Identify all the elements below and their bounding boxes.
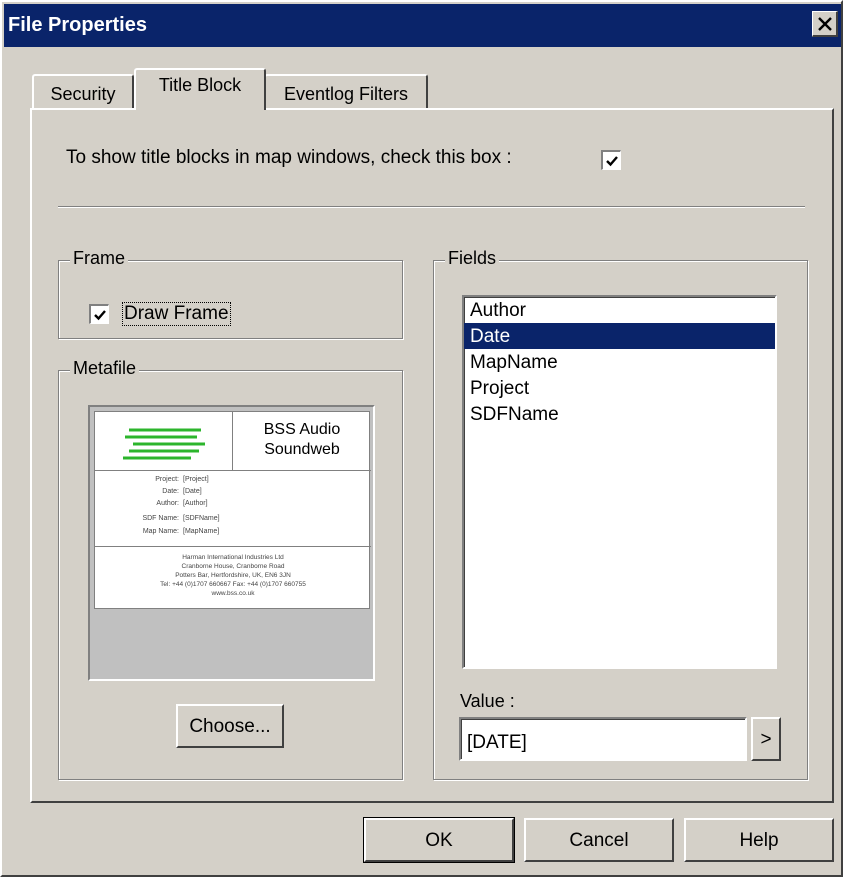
address-line: Potters Bar, Hertfordshire, UK, EN6 3JN	[175, 572, 291, 579]
address-line: Tel: +44 (0)1707 660667 Fax: +44 (0)1707…	[160, 581, 306, 588]
choose-button-label: Choose...	[189, 716, 271, 737]
help-button[interactable]: Help	[684, 818, 834, 862]
fields-group-label: Fields	[445, 248, 500, 269]
preview-field-value: [SDFName]	[183, 515, 220, 522]
fields-list[interactable]: Author Date MapName Project SDFName	[462, 295, 777, 669]
metafile-group-label: Metafile	[70, 358, 140, 379]
tab-eventlog-filters[interactable]: Eventlog Filters	[264, 74, 428, 110]
preview-field-key: Map Name:	[142, 528, 179, 535]
frame-group	[58, 260, 403, 339]
preview-field-value: [Project]	[183, 476, 209, 483]
address-line: www.bss.co.uk	[211, 590, 255, 597]
list-item[interactable]: Author	[464, 297, 775, 323]
window-title: File Properties	[8, 14, 147, 36]
ok-button[interactable]: OK	[363, 817, 515, 863]
tab-title-block-label: Title Block	[158, 75, 242, 95]
checkmark-icon	[606, 156, 618, 167]
list-item-selected[interactable]: Date	[464, 323, 775, 349]
bss-logo-icon	[123, 428, 205, 460]
preview-field-key: Date:	[162, 488, 179, 495]
help-button-label: Help	[739, 830, 779, 851]
show-title-blocks-checkbox[interactable]	[601, 150, 621, 170]
title-bar: File Properties	[4, 4, 841, 47]
file-properties-dialog: File Properties Security Title Block Eve…	[0, 0, 843, 877]
list-item[interactable]: SDFName	[464, 401, 775, 427]
value-label: Value :	[460, 691, 515, 711]
brand-cell: BSS Audio Soundweb	[233, 412, 371, 471]
checkmark-icon	[94, 310, 106, 321]
draw-frame-checkbox[interactable]	[89, 304, 109, 324]
close-icon	[818, 17, 832, 31]
preview-field-value: [MapName]	[183, 528, 220, 535]
ok-button-label: OK	[425, 830, 453, 851]
choose-button[interactable]: Choose...	[176, 704, 284, 748]
preview-field-value: [Date]	[183, 488, 202, 495]
list-item[interactable]: MapName	[464, 349, 775, 375]
cancel-button[interactable]: Cancel	[524, 818, 674, 862]
tab-eventlog-filters-label: Eventlog Filters	[283, 84, 409, 104]
arrow-right-icon: >	[760, 729, 772, 750]
frame-group-label: Frame	[70, 248, 129, 269]
tab-security-label: Security	[50, 84, 116, 104]
preview-field-key: SDF Name:	[142, 515, 179, 522]
tab-security[interactable]: Security	[32, 74, 134, 110]
preview-address: Harman International Industries Ltd Cran…	[95, 548, 371, 610]
cancel-button-label: Cancel	[569, 830, 629, 851]
preview-field-key: Author:	[156, 500, 179, 507]
brand-line-2: Soundweb	[264, 441, 340, 458]
close-button[interactable]	[812, 11, 838, 37]
show-title-blocks-label: To show title blocks in map windows, che…	[66, 147, 512, 168]
list-item[interactable]: Project	[464, 375, 775, 401]
address-line: Cranborne House, Cranborne Road	[181, 563, 285, 570]
address-line: Harman International Industries Ltd	[182, 554, 284, 561]
separator	[58, 206, 805, 208]
tab-title-block[interactable]: Title Block	[134, 68, 266, 110]
preview-fields: Project: [Project] Date: [Date] Author: …	[95, 471, 371, 547]
preview-field-key: Project:	[155, 476, 179, 483]
logo-cell	[95, 412, 233, 471]
title-block-preview: BSS Audio Soundweb Project: [Project] Da…	[94, 411, 371, 610]
brand-line-1: BSS Audio	[263, 421, 341, 438]
value-input[interactable]	[459, 717, 747, 761]
metafile-preview: BSS Audio Soundweb Project: [Project] Da…	[88, 405, 375, 681]
preview-field-value: [Author]	[183, 500, 208, 507]
insert-field-button[interactable]: >	[751, 717, 781, 761]
draw-frame-label[interactable]: Draw Frame	[122, 302, 231, 326]
